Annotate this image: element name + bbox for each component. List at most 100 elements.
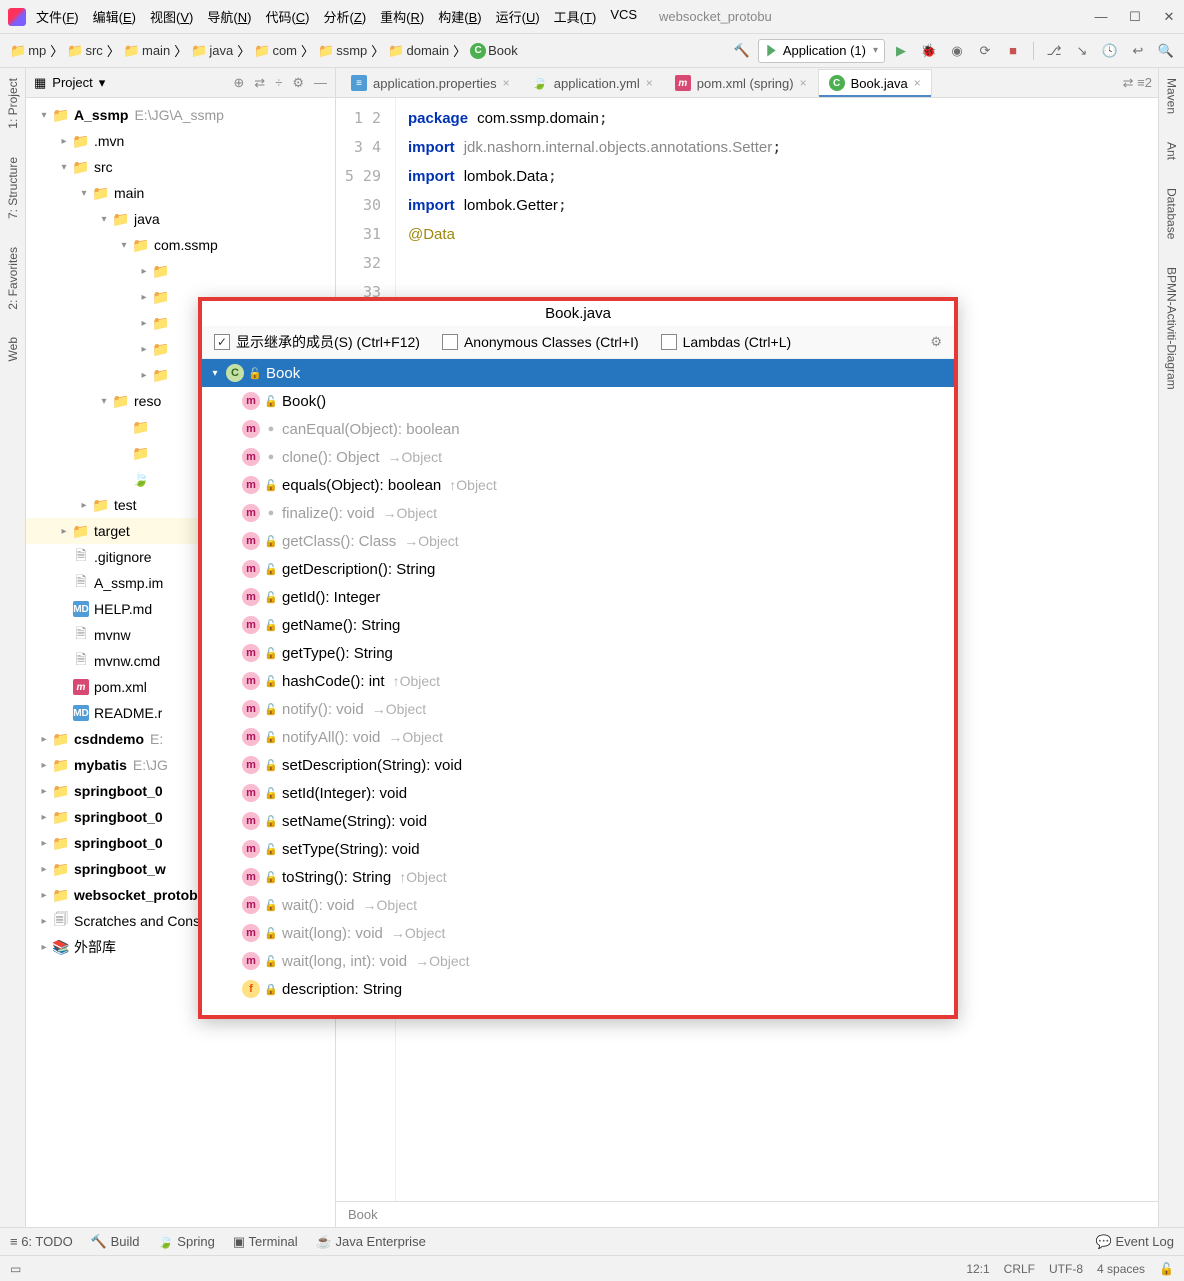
editor-tab[interactable]: ≡application.properties× — [340, 69, 521, 97]
close-button[interactable]: ✕ — [1162, 10, 1176, 24]
menu-item[interactable]: 工具(T) — [548, 4, 603, 29]
close-tab-icon[interactable]: × — [800, 76, 807, 90]
cursor-pos[interactable]: 12:1 — [966, 1262, 989, 1276]
structure-member-row[interactable]: m●finalize(): void→Object — [202, 499, 954, 527]
line-sep[interactable]: CRLF — [1004, 1262, 1035, 1276]
popup-checkbox[interactable]: ✓显示继承的成员(S) (Ctrl+F12) — [214, 332, 420, 352]
collapse-icon[interactable]: ÷ — [275, 75, 282, 91]
structure-member-row[interactable]: m🔓wait(): void→Object — [202, 891, 954, 919]
tool-tab[interactable]: BPMN-Activiti-Diagram — [1163, 263, 1181, 394]
breadcrumb-item[interactable]: 📁 main — [120, 41, 174, 61]
menu-item[interactable]: 运行(U) — [490, 4, 546, 29]
close-tab-icon[interactable]: × — [914, 76, 921, 90]
structure-member-row[interactable]: m🔓setId(Integer): void — [202, 779, 954, 807]
menu-item[interactable]: 视图(V) — [144, 4, 199, 29]
todo-tab[interactable]: ≡ 6: TODO — [10, 1234, 73, 1249]
popup-checkbox[interactable]: Anonymous Classes (Ctrl+I) — [442, 334, 639, 350]
tree-node[interactable]: ▾📁main — [26, 180, 335, 206]
tool-tab[interactable]: Ant — [1163, 138, 1181, 164]
tree-node[interactable]: ▾📁java — [26, 206, 335, 232]
select-opened-icon[interactable]: ⊕ — [233, 75, 244, 91]
maximize-button[interactable]: ☐ — [1128, 10, 1142, 24]
minimize-button[interactable]: — — [1094, 10, 1108, 24]
lock-icon[interactable]: 🔓 — [1159, 1262, 1174, 1276]
structure-member-row[interactable]: f🔒description: String — [202, 975, 954, 1003]
run-icon[interactable]: ▶ — [889, 39, 913, 63]
editor-breadcrumb[interactable]: Book — [336, 1201, 1158, 1227]
breadcrumb-item[interactable]: 📁 src — [63, 41, 107, 61]
close-tab-icon[interactable]: × — [503, 76, 510, 90]
tree-node[interactable]: ▾📁src — [26, 154, 335, 180]
tool-tab[interactable]: 2: Favorites — [4, 243, 22, 314]
structure-member-row[interactable]: m🔓Book() — [202, 387, 954, 415]
tool-tab[interactable]: 1: Project — [4, 74, 22, 133]
structure-member-row[interactable]: m🔓setName(String): void — [202, 807, 954, 835]
editor-tab[interactable]: 🍃application.yml× — [521, 69, 664, 97]
structure-member-row[interactable]: m🔓getId(): Integer — [202, 583, 954, 611]
structure-member-row[interactable]: m🔓notify(): void→Object — [202, 695, 954, 723]
menu-item[interactable]: 文件(F) — [30, 4, 85, 29]
build-tab[interactable]: 🔨 Build — [91, 1234, 140, 1250]
structure-member-row[interactable]: m🔓getType(): String — [202, 639, 954, 667]
gear-icon[interactable]: ⚙ — [930, 334, 942, 350]
structure-member-row[interactable]: m🔓getClass(): Class→Object — [202, 527, 954, 555]
close-tab-icon[interactable]: × — [646, 76, 653, 90]
structure-member-row[interactable]: m🔓getDescription(): String — [202, 555, 954, 583]
popup-checkbox[interactable]: Lambdas (Ctrl+L) — [661, 334, 792, 350]
run-config-combo[interactable]: Application (1) — [758, 39, 885, 63]
menu-item[interactable]: VCS — [604, 4, 643, 29]
menu-item[interactable]: 重构(R) — [374, 4, 430, 29]
git-icon[interactable]: ⎇ — [1042, 39, 1066, 63]
history-icon[interactable]: 🕓 — [1098, 39, 1122, 63]
menu-item[interactable]: 构建(B) — [432, 4, 487, 29]
menu-item[interactable]: 分析(Z) — [318, 4, 373, 29]
update-icon[interactable]: ↘ — [1070, 39, 1094, 63]
tab-overflow-icon[interactable]: ⇄ ≡2 — [1117, 69, 1158, 97]
tool-tab[interactable]: 7: Structure — [4, 153, 22, 223]
event-log-tab[interactable]: 💬 Event Log — [1096, 1234, 1174, 1250]
search-icon[interactable]: 🔍 — [1154, 39, 1178, 63]
debug-icon[interactable]: 🐞 — [917, 39, 941, 63]
breadcrumb[interactable]: 📁 mp〉📁 src〉📁 main〉📁 java〉📁 com〉📁 ssmp〉📁 … — [6, 41, 522, 61]
tree-node[interactable]: ▸📁.mvn — [26, 128, 335, 154]
breadcrumb-item[interactable]: 📁 com — [250, 41, 301, 61]
revert-icon[interactable]: ↩ — [1126, 39, 1150, 63]
spring-tab[interactable]: 🍃 Spring — [157, 1234, 214, 1250]
tool-tab[interactable]: Maven — [1163, 74, 1181, 118]
profile-icon[interactable]: ⟳ — [973, 39, 997, 63]
gear-icon[interactable]: ⚙ — [292, 75, 304, 91]
tool-tab[interactable]: Web — [4, 333, 22, 365]
structure-member-row[interactable]: m●clone(): Object→Object — [202, 443, 954, 471]
expand-icon[interactable]: ⇄ — [254, 75, 265, 91]
editor-tab[interactable]: mpom.xml (spring)× — [664, 69, 818, 97]
terminal-tab[interactable]: ▣ Terminal — [233, 1234, 298, 1250]
breadcrumb-item[interactable]: 📁 domain — [384, 41, 453, 61]
breadcrumb-item[interactable]: 📁 java — [187, 41, 237, 61]
editor-tab[interactable]: CBook.java× — [818, 69, 932, 97]
coverage-icon[interactable]: ◉ — [945, 39, 969, 63]
encoding[interactable]: UTF-8 — [1049, 1262, 1083, 1276]
structure-list[interactable]: ▾C🔓Bookm🔓Book()m●canEqual(Object): boole… — [202, 359, 954, 1015]
tree-node[interactable]: ▸📁 — [26, 258, 335, 284]
menu-item[interactable]: 导航(N) — [201, 4, 257, 29]
tree-node[interactable]: ▾📁com.ssmp — [26, 232, 335, 258]
structure-member-row[interactable]: m🔓notifyAll(): void→Object — [202, 723, 954, 751]
breadcrumb-item[interactable]: 📁 mp — [6, 41, 50, 61]
structure-member-row[interactable]: m🔓wait(long): void→Object — [202, 919, 954, 947]
menu-item[interactable]: 代码(C) — [259, 4, 315, 29]
tree-node[interactable]: ▾📁A_ssmpE:\JG\A_ssmp — [26, 102, 335, 128]
structure-member-row[interactable]: m🔓setType(String): void — [202, 835, 954, 863]
structure-member-row[interactable]: m🔓toString(): String↑Object — [202, 863, 954, 891]
tool-tab[interactable]: Database — [1163, 184, 1181, 243]
structure-member-row[interactable]: m●canEqual(Object): boolean — [202, 415, 954, 443]
structure-class-row[interactable]: ▾C🔓Book — [202, 359, 954, 387]
indent[interactable]: 4 spaces — [1097, 1262, 1145, 1276]
jee-tab[interactable]: ☕ Java Enterprise — [316, 1234, 426, 1250]
structure-member-row[interactable]: m🔓getName(): String — [202, 611, 954, 639]
breadcrumb-item[interactable]: 📁 ssmp — [314, 41, 371, 61]
structure-member-row[interactable]: m🔓equals(Object): boolean↑Object — [202, 471, 954, 499]
menu-item[interactable]: 编辑(E) — [87, 4, 142, 29]
structure-member-row[interactable]: m🔓setDescription(String): void — [202, 751, 954, 779]
breadcrumb-item[interactable]: C Book — [466, 41, 522, 61]
structure-member-row[interactable]: m🔓hashCode(): int↑Object — [202, 667, 954, 695]
